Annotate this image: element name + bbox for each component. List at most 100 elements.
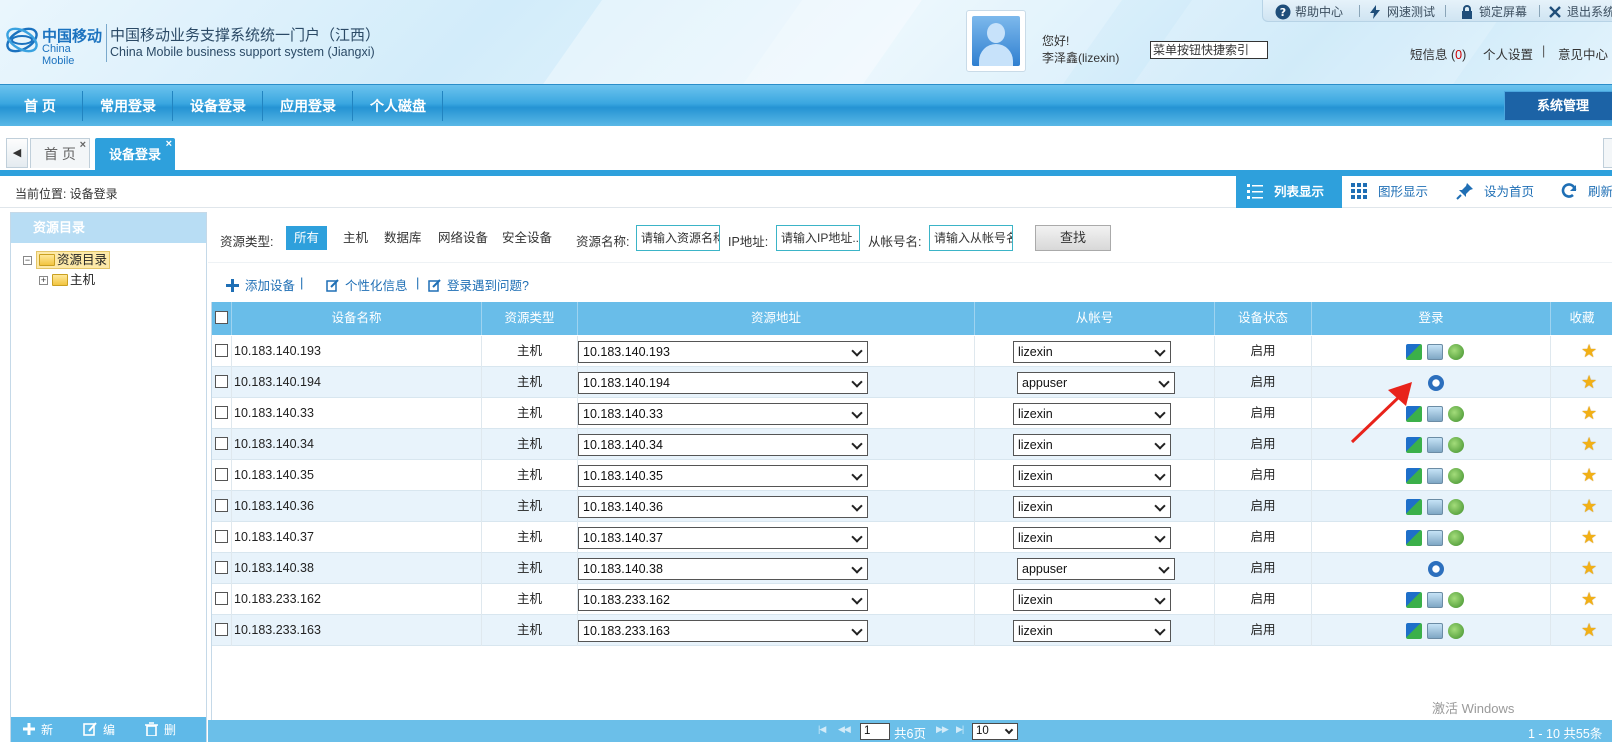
tab-device-login[interactable]: 设备登录 × — [95, 138, 175, 170]
client-login-icon[interactable] — [1428, 561, 1444, 577]
ssh-login-icon[interactable] — [1448, 623, 1464, 639]
select-all-checkbox[interactable] — [215, 311, 228, 324]
table-row[interactable]: 10.183.140.38 主机 10.183.140.38 appuser 启用 ★ — [212, 553, 1612, 584]
ssh-login-icon[interactable] — [1448, 468, 1464, 484]
remote-desktop-login-icon[interactable] — [1406, 468, 1422, 484]
account-select[interactable]: lizexin — [1013, 620, 1171, 642]
next-page-icon[interactable]: ▶▶ — [936, 724, 949, 735]
star-icon[interactable]: ★ — [1581, 373, 1597, 391]
resource-address-select[interactable]: 10.183.233.163 — [578, 620, 868, 642]
star-icon[interactable]: ★ — [1581, 466, 1597, 484]
remote-desktop-login-icon[interactable] — [1406, 344, 1422, 360]
star-icon[interactable]: ★ — [1581, 342, 1597, 360]
graphical-login-icon[interactable] — [1427, 530, 1443, 546]
row-checkbox[interactable] — [215, 592, 228, 605]
ssh-login-icon[interactable] — [1448, 344, 1464, 360]
type-filter-security[interactable]: 安全设备 — [494, 226, 560, 250]
account-select[interactable]: lizexin — [1013, 434, 1171, 456]
row-checkbox[interactable] — [215, 623, 228, 636]
nav-app-login[interactable]: 应用登录 — [266, 85, 350, 127]
graphical-login-icon[interactable] — [1427, 468, 1443, 484]
help-center-link[interactable]: ? 帮助中心 — [1275, 3, 1343, 20]
type-filter-network[interactable]: 网络设备 — [430, 226, 496, 250]
collapse-icon[interactable]: − — [23, 256, 32, 265]
feedback-link[interactable]: 意见中心 — [1558, 44, 1608, 63]
col-resource-address[interactable]: 资源地址 — [578, 302, 975, 335]
personalize-button[interactable]: 个性化信息 — [326, 275, 408, 294]
nav-device-login[interactable]: 设备登录 — [176, 85, 260, 127]
nav-home[interactable]: 首 页 — [0, 85, 80, 127]
edit-button[interactable]: 编辑 — [83, 717, 115, 742]
graphical-login-icon[interactable] — [1427, 406, 1443, 422]
col-login[interactable]: 登录 — [1312, 302, 1551, 335]
page-size-select[interactable]: 10 — [972, 723, 1018, 740]
resource-address-select[interactable]: 10.183.140.36 — [578, 496, 868, 518]
remote-desktop-login-icon[interactable] — [1406, 499, 1422, 515]
col-account[interactable]: 从帐号 — [975, 302, 1215, 335]
speed-test-link[interactable]: 网速测试 — [1367, 3, 1435, 20]
refresh-button[interactable]: 刷新 — [1560, 176, 1612, 208]
account-select[interactable]: lizexin — [1013, 589, 1171, 611]
account-name-input[interactable]: 请输入从帐号名 — [929, 225, 1013, 251]
resource-name-input[interactable]: 请输入资源名称 — [636, 225, 720, 251]
table-row[interactable]: 10.183.233.163 主机 10.183.233.163 lizexin 启用 ★ — [212, 615, 1612, 646]
tab-home[interactable]: 首 页 × — [30, 138, 90, 168]
tab-scroll-right-button[interactable] — [1603, 138, 1612, 168]
star-icon[interactable]: ★ — [1581, 435, 1597, 453]
quick-menu-search-input[interactable]: 菜单按钮快捷索引 — [1150, 41, 1268, 59]
row-checkbox[interactable] — [215, 344, 228, 357]
tab-home-close-icon[interactable]: × — [80, 139, 86, 151]
resource-address-select[interactable]: 10.183.140.193 — [578, 341, 868, 363]
resource-address-select[interactable]: 10.183.140.35 — [578, 465, 868, 487]
account-select[interactable]: appuser — [1017, 558, 1175, 580]
row-checkbox[interactable] — [215, 561, 228, 574]
star-icon[interactable]: ★ — [1581, 528, 1597, 546]
col-resource-type[interactable]: 资源类型 — [482, 302, 578, 335]
col-device-status[interactable]: 设备状态 — [1215, 302, 1312, 335]
table-row[interactable]: 10.183.140.35 主机 10.183.140.35 lizexin 启用 ★ — [212, 460, 1612, 491]
tree-node-root[interactable]: − 资源目录 — [23, 249, 111, 269]
nav-common-login[interactable]: 常用登录 — [86, 85, 170, 127]
last-page-icon[interactable]: ▶| — [956, 724, 964, 735]
row-checkbox[interactable] — [215, 375, 228, 388]
avatar[interactable] — [966, 10, 1026, 72]
col-device-name[interactable]: 设备名称 — [232, 302, 482, 335]
page-number-input[interactable]: 1 — [860, 723, 890, 740]
resource-address-select[interactable]: 10.183.140.194 — [578, 372, 868, 394]
add-device-button[interactable]: 添加设备 — [226, 275, 295, 294]
account-select[interactable]: appuser — [1017, 372, 1175, 394]
list-view-button[interactable]: 列表显示 — [1236, 176, 1342, 208]
nav-personal-disk[interactable]: 个人磁盘 — [356, 85, 440, 127]
resource-address-select[interactable]: 10.183.140.33 — [578, 403, 868, 425]
star-icon[interactable]: ★ — [1581, 559, 1597, 577]
graphical-login-icon[interactable] — [1427, 437, 1443, 453]
star-icon[interactable]: ★ — [1581, 621, 1597, 639]
star-icon[interactable]: ★ — [1581, 404, 1597, 422]
type-filter-host[interactable]: 主机 — [335, 226, 376, 250]
type-filter-database[interactable]: 数据库 — [376, 226, 430, 250]
resource-address-select[interactable]: 10.183.140.38 — [578, 558, 868, 580]
lock-screen-link[interactable]: 锁定屏幕 — [1459, 3, 1527, 20]
ssh-login-icon[interactable] — [1448, 499, 1464, 515]
account-select[interactable]: lizexin — [1013, 465, 1171, 487]
set-home-button[interactable]: 设为首页 — [1456, 176, 1534, 208]
row-checkbox[interactable] — [215, 468, 228, 481]
login-problem-button[interactable]: 登录遇到问题? — [428, 275, 529, 294]
search-button[interactable]: 查找 — [1035, 225, 1111, 251]
ssh-login-icon[interactable] — [1448, 406, 1464, 422]
new-button[interactable]: 新建 — [23, 717, 53, 742]
type-filter-all[interactable]: 所有 — [286, 226, 328, 250]
remote-desktop-login-icon[interactable] — [1406, 530, 1422, 546]
table-row[interactable]: 10.183.233.162 主机 10.183.233.162 lizexin 启用 ★ — [212, 584, 1612, 615]
logout-link[interactable]: 退出系统 — [1547, 3, 1612, 20]
row-checkbox[interactable] — [215, 406, 228, 419]
delete-button[interactable]: 删除 — [145, 717, 176, 742]
col-favorite[interactable]: 收藏 — [1551, 302, 1612, 335]
graphical-login-icon[interactable] — [1427, 344, 1443, 360]
star-icon[interactable]: ★ — [1581, 497, 1597, 515]
row-checkbox[interactable] — [215, 499, 228, 512]
row-checkbox[interactable] — [215, 437, 228, 450]
personal-settings-link[interactable]: 个人设置 — [1483, 44, 1533, 63]
resource-address-select[interactable]: 10.183.140.34 — [578, 434, 868, 456]
messages-link[interactable]: 短信息 (0) — [1410, 44, 1466, 63]
